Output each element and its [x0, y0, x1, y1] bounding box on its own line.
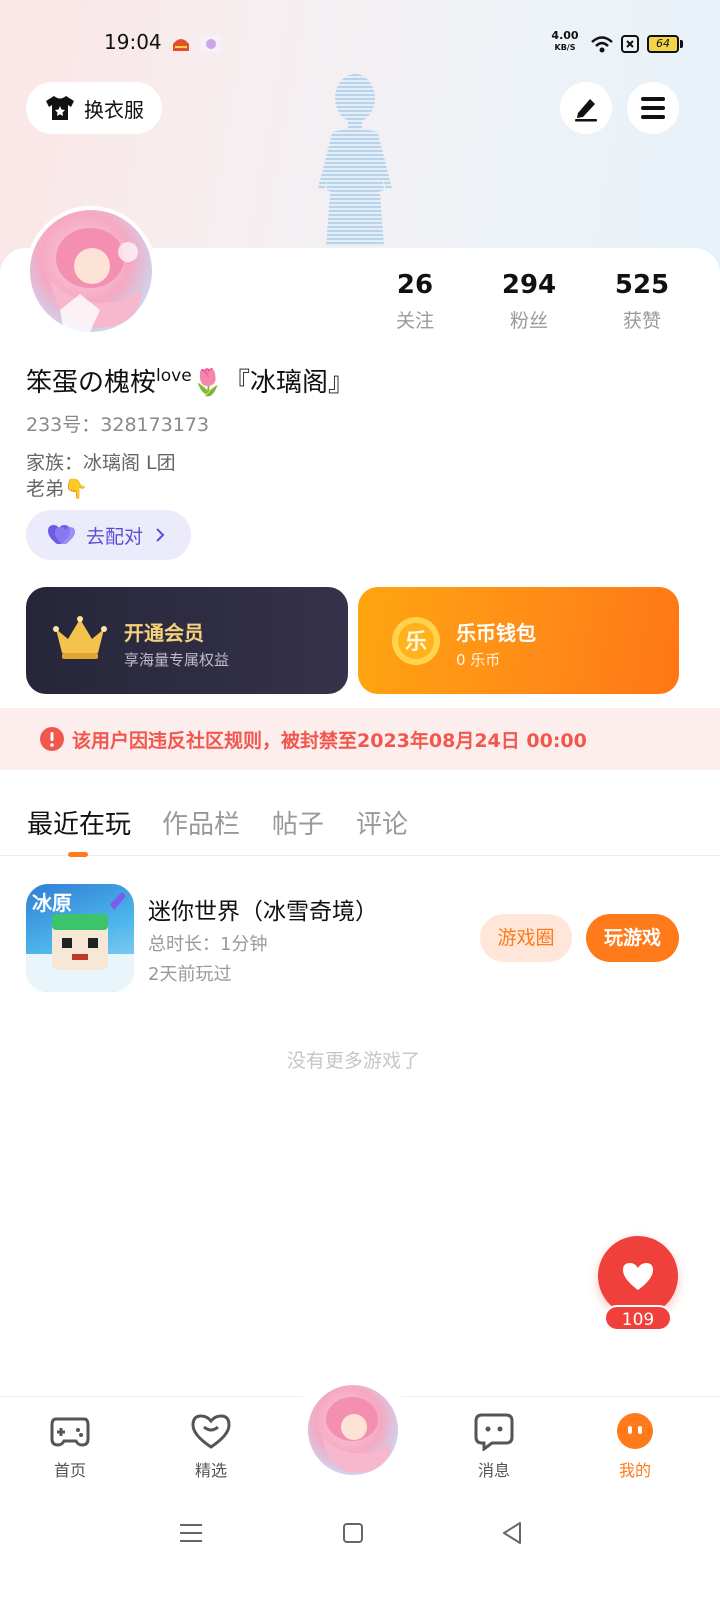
- stat-following[interactable]: 26 关注: [365, 270, 465, 333]
- no-more-games-text: 没有更多游戏了: [286, 1050, 420, 1072]
- ban-notice: 该用户因违反社区规则，被封禁至2023年08月24日 00:00: [0, 708, 720, 770]
- dress-up-avatar-figure[interactable]: [300, 70, 410, 260]
- pen-icon: [575, 99, 597, 122]
- vip-membership-card[interactable]: 开通会员 享海量专属权益: [26, 587, 348, 694]
- app-notification-icon-2: [201, 36, 221, 52]
- ban-text: 该用户因违反社区规则，被封禁至2023年08月24日 00:00: [72, 729, 587, 752]
- nav-featured-label: 精选: [194, 1461, 227, 1480]
- game-icon-text: 冰原: [32, 891, 72, 915]
- gamepad-icon: [50, 1417, 90, 1447]
- pair-label: 去配对: [86, 525, 144, 548]
- stat-likes[interactable]: 525 获赞: [592, 270, 692, 333]
- nav-home[interactable]: 首页: [30, 1411, 110, 1481]
- status-time: 19:04: [104, 30, 162, 54]
- vip-title: 开通会员: [124, 621, 204, 645]
- nickname: 笨蛋の槐桉love🌷『冰璃阁』: [26, 366, 355, 398]
- battery-icon: 64: [647, 35, 683, 53]
- nav-featured[interactable]: 精选: [171, 1411, 251, 1481]
- hamburger-menu-icon: [641, 97, 665, 119]
- wallet-card[interactable]: 乐 乐币钱包 0 乐币: [358, 587, 679, 694]
- nav-messages-label: 消息: [477, 1461, 510, 1480]
- me-face-icon: [617, 1413, 653, 1449]
- coin-icon: 乐: [392, 617, 440, 665]
- center-avatar-button[interactable]: [305, 1382, 401, 1478]
- tab-comments[interactable]: 评论: [356, 804, 408, 841]
- app-notification-icon: [173, 39, 189, 51]
- game-last-played: 2天前玩过: [148, 964, 232, 985]
- wallet-title: 乐币钱包: [456, 621, 536, 645]
- heart-icon: [623, 1263, 653, 1290]
- coin-char: 乐: [405, 630, 427, 655]
- nav-me-label: 我的: [618, 1461, 651, 1480]
- heart-chat-icon: [191, 1414, 231, 1449]
- edit-profile-button[interactable]: [560, 82, 612, 134]
- game-duration: 总时长：1分钟: [148, 934, 268, 955]
- dress-up-button[interactable]: 换衣服: [26, 82, 162, 134]
- game-circle-button[interactable]: 游戏圈: [480, 914, 572, 962]
- game-icon[interactable]: 冰原: [26, 884, 134, 992]
- tshirt-icon: [46, 96, 74, 120]
- system-navigation-bar: [0, 1494, 720, 1600]
- stat-followers[interactable]: 294 粉丝: [479, 270, 579, 333]
- tab-posts[interactable]: 帖子: [272, 804, 324, 841]
- status-bar: 19:04 4.00 KB/S 64: [0, 28, 720, 62]
- profile-tabs: 最近在玩 作品栏 帖子 评论: [0, 800, 720, 857]
- pair-button[interactable]: 去配对: [26, 510, 191, 560]
- vip-subtitle: 享海量专属权益: [124, 651, 230, 669]
- message-icon: [474, 1413, 514, 1452]
- wifi-icon: [591, 36, 613, 53]
- family-info[interactable]: 家族：冰璃阁 L团: [26, 448, 176, 475]
- no-sim-icon: [621, 35, 639, 53]
- heart-pair-icon: [48, 525, 75, 544]
- game-title: 迷你世界（冰雪奇境）: [148, 899, 378, 925]
- menu-button[interactable]: [627, 82, 679, 134]
- crown-icon: [53, 616, 107, 659]
- bio: 老弟👇: [26, 478, 88, 500]
- chevron-right-icon: [156, 528, 165, 542]
- network-speed: 4.00 KB/S: [551, 29, 579, 53]
- warning-icon: [40, 727, 64, 751]
- tab-works[interactable]: 作品栏: [162, 804, 240, 841]
- user-id: 233号：328173173: [26, 414, 210, 436]
- game-list-item[interactable]: 冰原 迷你世界（冰雪奇境） 总时长：1分钟 2天前玩过 游戏圈 玩游戏: [0, 882, 720, 994]
- back-triangle-icon[interactable]: [498, 1518, 528, 1548]
- recents-icon[interactable]: [176, 1518, 206, 1548]
- favorite-count: 109: [604, 1305, 672, 1331]
- wallet-balance: 0 乐币: [456, 651, 501, 669]
- dress-up-label: 换衣服: [84, 97, 144, 122]
- profile-avatar[interactable]: [26, 206, 156, 336]
- nav-messages[interactable]: 消息: [454, 1411, 534, 1481]
- tab-recently-played[interactable]: 最近在玩: [27, 804, 131, 841]
- nav-me[interactable]: 我的: [595, 1411, 675, 1481]
- nav-home-label: 首页: [53, 1461, 86, 1480]
- favorite-button[interactable]: [598, 1236, 678, 1316]
- tab-indicator: [68, 852, 88, 857]
- home-square-icon[interactable]: [338, 1518, 368, 1548]
- play-game-button[interactable]: 玩游戏: [586, 914, 679, 962]
- game-icon-art: 冰原: [26, 891, 134, 992]
